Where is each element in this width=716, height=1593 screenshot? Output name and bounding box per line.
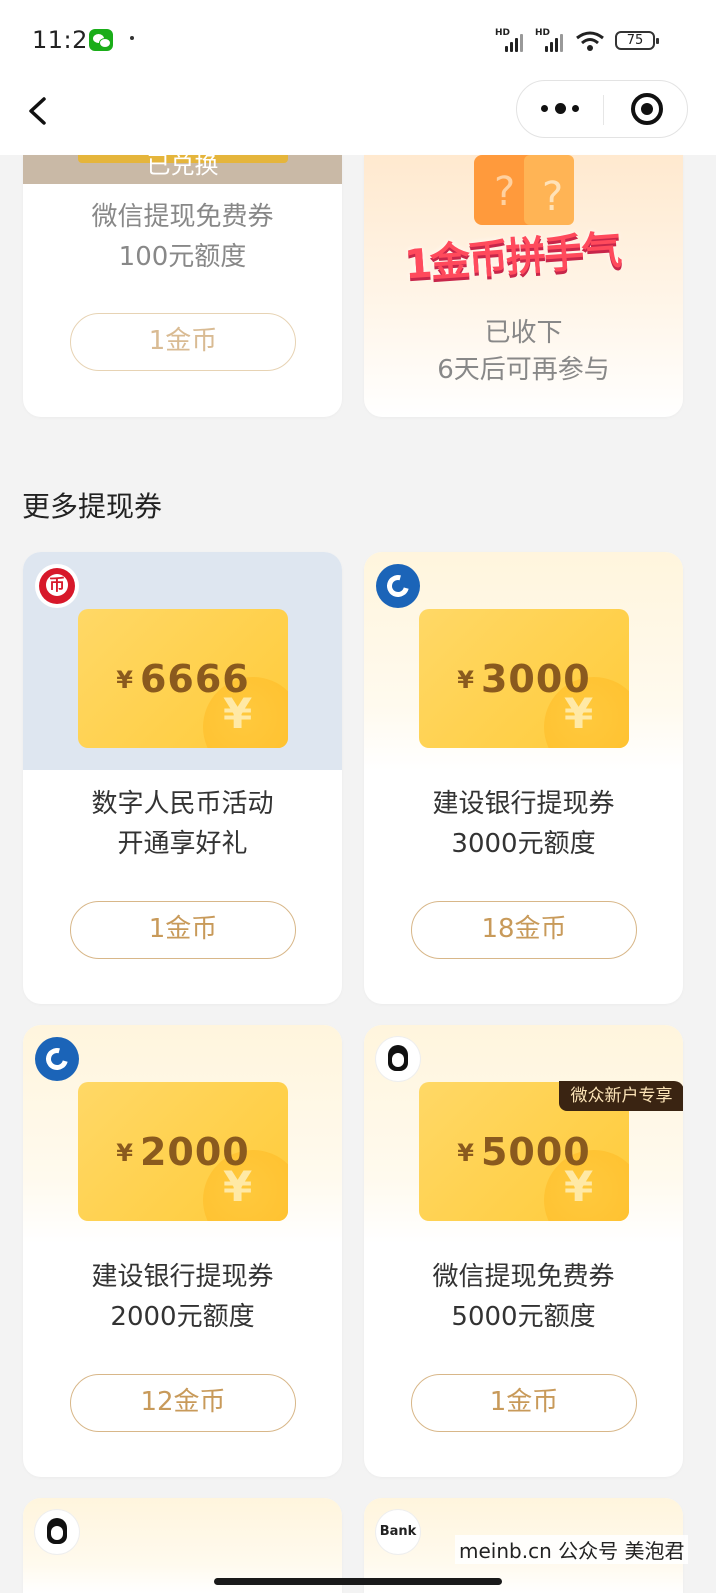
coupon-hero: ¥ ¥6666 bbox=[23, 552, 342, 770]
coupon-ticket: ¥ ¥6666 bbox=[78, 609, 288, 748]
notification-dot-icon bbox=[130, 36, 134, 40]
new-user-badge: 微众新户专享 bbox=[559, 1081, 683, 1111]
coupon-title: 建设银行提现券 bbox=[432, 789, 615, 819]
miniprogram-capsule bbox=[516, 80, 688, 138]
wifi-icon bbox=[576, 31, 604, 51]
ccb-logo-icon bbox=[35, 1037, 79, 1081]
coupon-amount: ¥5000 bbox=[457, 1130, 591, 1174]
coupon-hero: ¥ ¥2000 bbox=[23, 1025, 342, 1243]
coupon-card[interactable]: ¥ ¥3000 建设银行提现券 3000元额度 18金币 bbox=[364, 552, 683, 1004]
lucky-draw-card[interactable]: ? ? 1金币拼手气 已收下 6天后可再参与 bbox=[364, 155, 683, 417]
lucky-draw-banner: 1金币拼手气 bbox=[402, 227, 622, 289]
nav-bar bbox=[0, 80, 716, 155]
redeem-button[interactable]: 1金币 bbox=[70, 901, 296, 959]
coupon-subtitle: 3000元额度 bbox=[451, 829, 596, 859]
coupon-amount: ¥2000 bbox=[116, 1130, 250, 1174]
redeem-button[interactable]: 12金币 bbox=[70, 1374, 296, 1432]
battery-icon: 75 bbox=[615, 31, 659, 50]
coupon-card[interactable]: ¥ ¥2000 建设银行提现券 2000元额度 12金币 bbox=[23, 1025, 342, 1477]
watermark: meinb.cn 公众号 美泡君 bbox=[455, 1535, 689, 1564]
coupon-subtitle: 开通享好礼 bbox=[117, 829, 248, 859]
ccb-logo-icon bbox=[376, 564, 420, 608]
bank-logo-icon: Bank bbox=[376, 1510, 420, 1554]
status-bar: 11:21 HD HD 75 bbox=[0, 0, 716, 80]
coupon-hero: ¥ ¥5000 微众新户专享 bbox=[364, 1025, 683, 1243]
redeem-button[interactable]: 1金币 bbox=[411, 1374, 637, 1432]
coupon-card[interactable]: ¥ ¥6666 数字人民币活动 开通享好礼 1金币 bbox=[23, 552, 342, 1004]
redeemed-label: 已兑换 bbox=[146, 155, 219, 179]
svg-text:?: ? bbox=[542, 174, 563, 220]
coupon-subtitle: 5000元额度 bbox=[451, 1302, 596, 1332]
redeemed-coupon-card[interactable]: 已兑换 微信提现免费券 100元额度 1金币 bbox=[23, 155, 342, 417]
coupon-title: 微信提现免费券 bbox=[432, 1262, 615, 1292]
coupon-ticket: ¥ ¥3000 bbox=[419, 609, 629, 748]
redeem-button[interactable]: 1金币 bbox=[70, 313, 296, 371]
penguin-logo-icon bbox=[35, 1510, 79, 1554]
more-options-icon[interactable] bbox=[541, 99, 591, 119]
coupon-hero: ¥ ¥3000 bbox=[364, 552, 683, 770]
redeem-button[interactable]: 18金币 bbox=[411, 901, 637, 959]
coupon-amount: ¥3000 bbox=[457, 657, 591, 701]
coupon-title: 微信提现免费券 bbox=[91, 202, 274, 232]
lucky-retry-hint: 6天后可再参与 bbox=[437, 355, 610, 385]
close-miniprogram-icon[interactable] bbox=[631, 93, 663, 125]
signal-icon: HD bbox=[535, 28, 567, 52]
coupon-amount: ¥6666 bbox=[116, 657, 250, 701]
coupon-title: 建设银行提现券 bbox=[91, 1262, 274, 1292]
redeemed-ribbon: 已兑换 bbox=[23, 155, 342, 184]
wechat-notification-icon bbox=[89, 29, 113, 51]
coupon-subtitle: 100元额度 bbox=[118, 242, 247, 272]
svg-text:?: ? bbox=[494, 169, 515, 215]
coupon-card[interactable]: ¥ ¥5000 微众新户专享 微信提现免费券 5000元额度 1金币 bbox=[364, 1025, 683, 1477]
capsule-divider bbox=[603, 95, 604, 125]
section-title: 更多提现券 bbox=[22, 490, 163, 523]
home-indicator[interactable] bbox=[214, 1578, 502, 1585]
coupon-subtitle: 2000元额度 bbox=[110, 1302, 255, 1332]
webank-logo-icon bbox=[376, 1037, 420, 1081]
coupon-title: 数字人民币活动 bbox=[91, 789, 274, 819]
digital-rmb-logo-icon bbox=[35, 564, 79, 608]
back-arrow-icon[interactable] bbox=[24, 96, 54, 126]
coupon-ticket: ¥ ¥2000 bbox=[78, 1082, 288, 1221]
lucky-status: 已收下 bbox=[484, 318, 563, 348]
signal-icon: HD bbox=[495, 28, 527, 52]
